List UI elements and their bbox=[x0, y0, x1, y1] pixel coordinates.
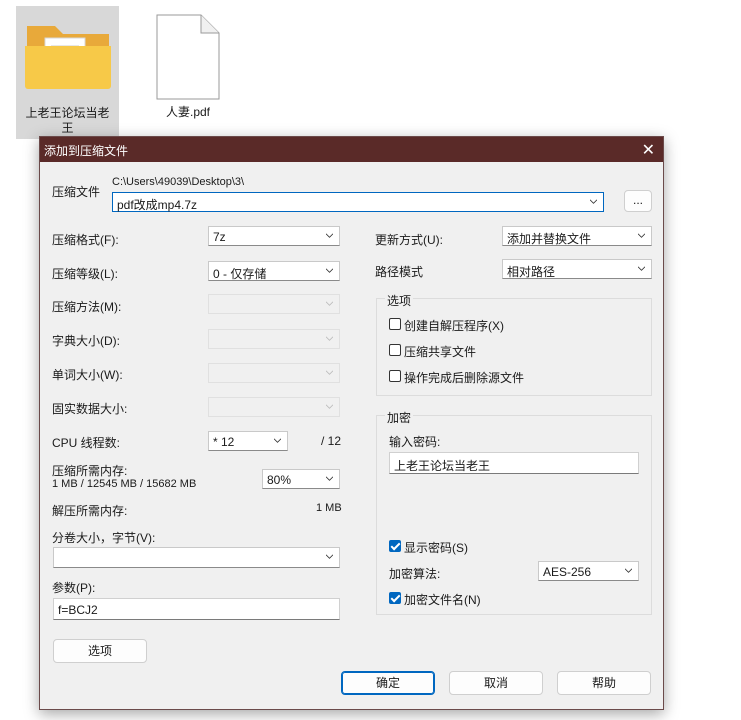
mem-percent-select[interactable]: 80% bbox=[262, 469, 340, 489]
format-value: 7z bbox=[213, 230, 226, 244]
desktop-folder[interactable]: 上老王论坛当老王 bbox=[16, 6, 119, 139]
params-input[interactable]: f=BCJ2 bbox=[53, 598, 340, 620]
chevron-down-icon bbox=[326, 554, 333, 559]
archive-name-value: pdf改成mp4.7z bbox=[117, 198, 198, 212]
params-value: f=BCJ2 bbox=[58, 603, 98, 617]
archive-label: 压缩文件 bbox=[52, 185, 101, 199]
word-label: 单词大小(W): bbox=[52, 368, 123, 382]
browse-button[interactable]: ... bbox=[624, 190, 652, 212]
solid-label: 固实数据大小: bbox=[52, 402, 128, 416]
chevron-down-icon bbox=[625, 568, 632, 573]
chevron-down-icon bbox=[326, 370, 333, 375]
chevron-down-icon bbox=[274, 438, 281, 443]
path-label: 路径模式 bbox=[375, 265, 424, 279]
split-select[interactable] bbox=[53, 547, 340, 568]
params-label: 参数(P): bbox=[52, 581, 96, 595]
pdf-file-icon bbox=[156, 14, 220, 100]
show-password-label[interactable]: 显示密码(S) bbox=[404, 539, 468, 556]
folder-label: 上老王论坛当老王 bbox=[25, 106, 110, 135]
folder-icon bbox=[25, 26, 111, 89]
dict-select[interactable] bbox=[208, 329, 340, 349]
dialog-title: 添加到压缩文件 bbox=[44, 144, 129, 158]
encrypt-group-title: 加密 bbox=[385, 409, 414, 426]
desktop-file[interactable]: 人妻.pdf bbox=[140, 6, 236, 126]
chevron-down-icon bbox=[638, 233, 645, 238]
help-button[interactable]: 帮助 bbox=[557, 671, 651, 695]
shared-checkbox[interactable] bbox=[389, 344, 401, 356]
sfx-label[interactable]: 创建自解压程序(X) bbox=[404, 317, 504, 334]
update-value: 添加并替换文件 bbox=[507, 232, 592, 246]
password-label: 输入密码: bbox=[389, 435, 441, 449]
path-value: 相对路径 bbox=[507, 265, 556, 279]
close-icon[interactable]: ✕ bbox=[642, 140, 655, 160]
algo-label: 加密算法: bbox=[389, 567, 441, 581]
chevron-down-icon bbox=[326, 233, 333, 238]
password-value: 上老王论坛当老王 bbox=[394, 459, 491, 473]
level-label: 压缩等级(L): bbox=[52, 267, 119, 281]
level-select[interactable]: 0 - 仅存储 bbox=[208, 261, 340, 281]
delete-checkbox[interactable] bbox=[389, 370, 401, 382]
method-select[interactable] bbox=[208, 294, 340, 314]
encrypt-names-checkbox[interactable] bbox=[389, 592, 401, 604]
sfx-checkbox[interactable] bbox=[389, 318, 401, 330]
format-select[interactable]: 7z bbox=[208, 226, 340, 246]
solid-select[interactable] bbox=[208, 397, 340, 417]
chevron-down-icon bbox=[638, 266, 645, 271]
archive-name-combo[interactable]: pdf改成mp4.7z bbox=[112, 192, 604, 212]
options-button[interactable]: 选项 bbox=[53, 639, 147, 663]
cpu-value: * 12 bbox=[213, 435, 235, 449]
chevron-down-icon bbox=[590, 199, 597, 204]
cpu-select[interactable]: * 12 bbox=[208, 431, 288, 451]
title-bar: 添加到压缩文件 ✕ bbox=[40, 137, 663, 162]
path-select[interactable]: 相对路径 bbox=[502, 259, 652, 279]
file-label: 人妻.pdf bbox=[165, 105, 211, 119]
chevron-down-icon bbox=[326, 301, 333, 306]
mem-decomp-value: 1 MB bbox=[316, 502, 342, 514]
mem-decomp-label: 解压所需内存: bbox=[52, 504, 128, 518]
update-select[interactable]: 添加并替换文件 bbox=[502, 226, 652, 246]
level-value: 0 - 仅存储 bbox=[213, 267, 267, 281]
mem-percent-value: 80% bbox=[267, 473, 292, 487]
format-label: 压缩格式(F): bbox=[52, 233, 119, 247]
mem-comp-detail: 1 MB / 12545 MB / 15682 MB bbox=[52, 478, 197, 490]
add-to-archive-dialog: 添加到压缩文件 ✕ 压缩文件 C:\Users\49039\Desktop\3\… bbox=[39, 136, 664, 710]
ok-button[interactable]: 确定 bbox=[341, 671, 435, 695]
chevron-down-icon bbox=[326, 336, 333, 341]
algo-value: AES-256 bbox=[543, 565, 592, 579]
method-label: 压缩方法(M): bbox=[52, 300, 122, 314]
chevron-down-icon bbox=[326, 404, 333, 409]
update-label: 更新方式(U): bbox=[375, 233, 443, 247]
options-group-title: 选项 bbox=[385, 292, 414, 309]
shared-label[interactable]: 压缩共享文件 bbox=[404, 343, 476, 360]
cpu-label: CPU 线程数: bbox=[52, 436, 121, 450]
word-select[interactable] bbox=[208, 363, 340, 383]
archive-path: C:\Users\49039\Desktop\3\ bbox=[112, 176, 245, 188]
split-label: 分卷大小，字节(V): bbox=[52, 531, 156, 545]
cancel-button[interactable]: 取消 bbox=[449, 671, 543, 695]
dict-label: 字典大小(D): bbox=[52, 334, 120, 348]
password-input[interactable]: 上老王论坛当老王 bbox=[389, 452, 639, 474]
delete-label[interactable]: 操作完成后删除源文件 bbox=[404, 369, 524, 386]
chevron-down-icon bbox=[326, 268, 333, 273]
algo-select[interactable]: AES-256 bbox=[538, 561, 639, 581]
chevron-down-icon bbox=[326, 476, 333, 481]
show-password-checkbox[interactable] bbox=[389, 540, 401, 552]
cpu-total: / 12 bbox=[321, 434, 342, 448]
encrypt-names-label[interactable]: 加密文件名(N) bbox=[404, 591, 481, 608]
mem-comp-label: 压缩所需内存: bbox=[52, 464, 128, 478]
